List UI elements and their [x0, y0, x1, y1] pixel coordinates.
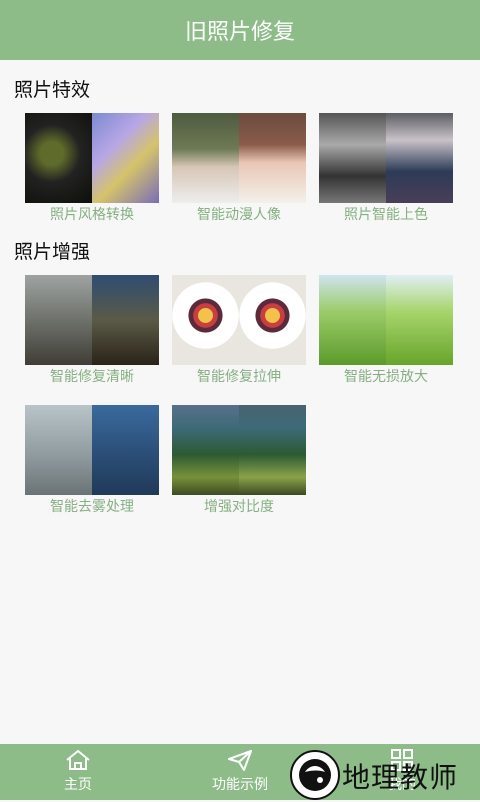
watermark: 地理教师	[290, 750, 480, 800]
feature-label: 智能修复拉伸	[197, 369, 281, 385]
feature-colorize[interactable]: 照片智能上色	[319, 113, 453, 225]
feature-label: 智能修复清晰	[50, 369, 134, 385]
nav-examples[interactable]: 功能示例	[190, 744, 290, 800]
feature-style-transfer[interactable]: 照片风格转换	[25, 113, 159, 225]
feature-label: 照片智能上色	[344, 207, 428, 223]
feature-label: 智能无损放大	[344, 369, 428, 385]
lossless-upscale-thumbnail	[319, 275, 453, 365]
section-title-enhance: 照片增强	[14, 241, 91, 263]
page-title: 旧照片修复	[184, 20, 295, 45]
feature-label: 照片风格转换	[50, 207, 134, 223]
home-icon	[66, 749, 90, 770]
feature-dehaze[interactable]: 智能去雾处理	[25, 405, 159, 517]
nav-home-label: 主页	[64, 777, 92, 793]
style-transfer-thumbnail	[25, 113, 159, 203]
watermark-seal-icon	[290, 750, 340, 800]
feature-lossless-upscale[interactable]: 智能无损放大	[319, 275, 453, 387]
app-header: 旧照片修复	[0, 0, 480, 60]
restore-stretch-thumbnail	[172, 275, 306, 365]
dehaze-thumbnail	[25, 405, 159, 495]
nav-home[interactable]: 主页	[28, 744, 128, 800]
watermark-text: 地理教师	[342, 761, 459, 794]
contrast-thumbnail	[172, 405, 306, 495]
anime-portrait-thumbnail	[172, 113, 306, 203]
nav-examples-label: 功能示例	[212, 777, 268, 793]
send-icon	[228, 750, 252, 771]
feature-label: 增强对比度	[204, 499, 274, 515]
feature-anime-portrait[interactable]: 智能动漫人像	[172, 113, 306, 225]
feature-label: 智能动漫人像	[197, 207, 281, 223]
colorize-thumbnail	[319, 113, 453, 203]
feature-contrast[interactable]: 增强对比度	[172, 405, 306, 517]
section-title-effects: 照片特效	[14, 79, 91, 101]
feature-label: 智能去雾处理	[50, 499, 134, 515]
restore-clarity-thumbnail	[25, 275, 159, 365]
feature-restore-clarity[interactable]: 智能修复清晰	[25, 275, 159, 387]
feature-restore-stretch[interactable]: 智能修复拉伸	[172, 275, 306, 387]
